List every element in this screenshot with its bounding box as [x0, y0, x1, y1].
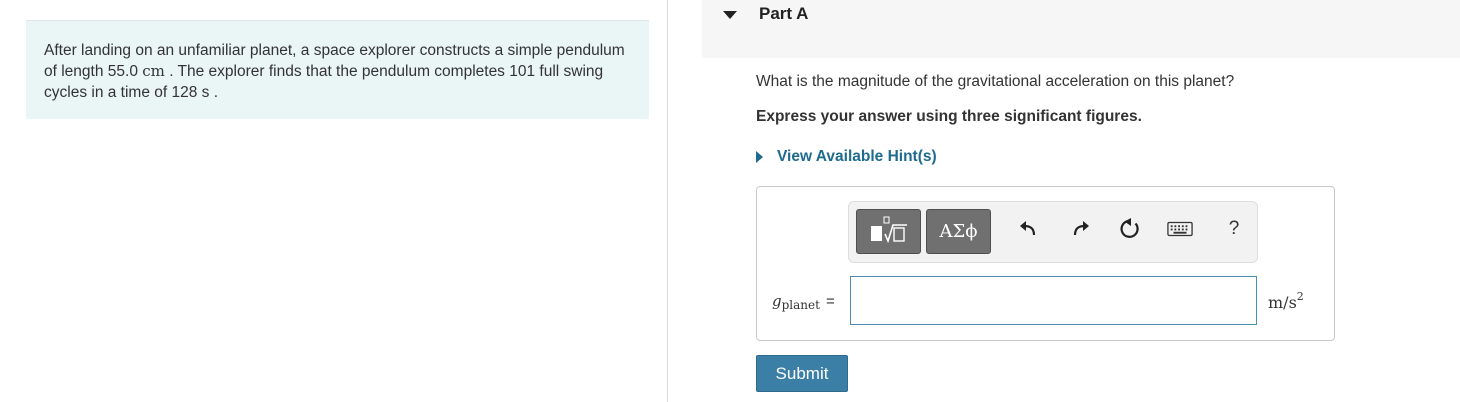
- variable-symbol: g: [772, 292, 782, 310]
- problem-text: After landing on an unfamiliar planet, a…: [44, 40, 634, 103]
- part-header[interactable]: Part A: [702, 0, 1460, 58]
- greek-symbols-button[interactable]: ΑΣϕ: [926, 209, 991, 254]
- undo-icon[interactable]: [1015, 216, 1041, 242]
- help-button[interactable]: ?: [1221, 216, 1247, 242]
- answer-input[interactable]: [850, 276, 1257, 325]
- keyboard-icon[interactable]: [1167, 216, 1193, 242]
- collapse-caret-icon[interactable]: [723, 11, 737, 19]
- length-value: 55.0: [107, 63, 138, 80]
- column-divider: [667, 0, 668, 402]
- submit-button[interactable]: Submit: [756, 355, 848, 392]
- expand-caret-icon: [756, 151, 763, 163]
- unit-exponent: 2: [1296, 290, 1304, 303]
- answer-variable-label: gplanet =: [772, 292, 835, 312]
- view-hints-link[interactable]: View Available Hint(s): [756, 148, 937, 166]
- part-title: Part A: [759, 4, 809, 23]
- unit-base: m/s: [1268, 293, 1297, 312]
- answer-unit: m/s2: [1268, 290, 1304, 312]
- equals-sign: =: [825, 293, 835, 310]
- variable-subscript: planet: [781, 298, 820, 312]
- templates-icon: [871, 216, 907, 244]
- question-text: What is the magnitude of the gravitation…: [756, 73, 1235, 90]
- problem-text-part3: .: [209, 84, 219, 101]
- length-unit: cm: [142, 62, 165, 80]
- math-toolbar: ΑΣϕ ?: [848, 201, 1258, 263]
- problem-statement-panel: After landing on an unfamiliar planet, a…: [26, 20, 649, 119]
- redo-icon[interactable]: [1068, 216, 1094, 242]
- instruction-text: Express your answer using three signific…: [756, 108, 1142, 125]
- reset-icon[interactable]: [1117, 216, 1143, 242]
- templates-button[interactable]: [856, 209, 921, 254]
- view-hints-label: View Available Hint(s): [777, 148, 937, 165]
